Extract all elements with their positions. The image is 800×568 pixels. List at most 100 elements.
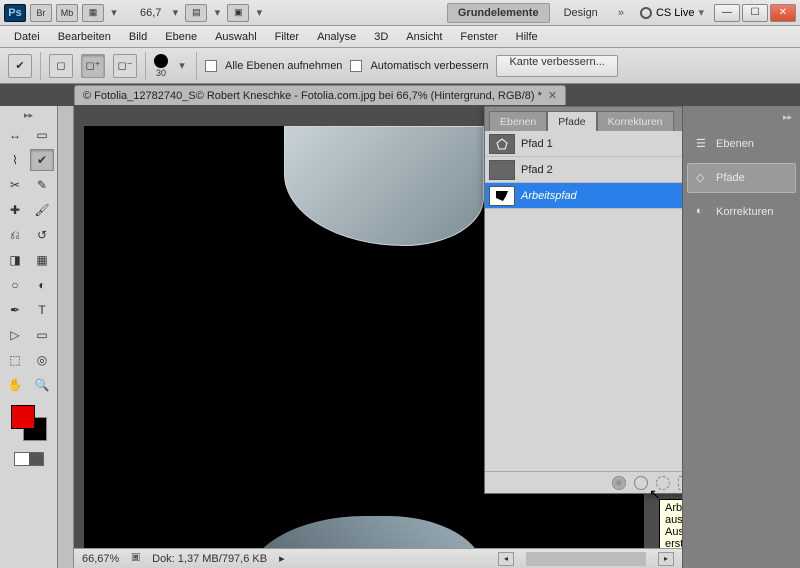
menu-bild[interactable]: Bild [121, 29, 155, 45]
status-zoom[interactable]: 66,67% [82, 553, 119, 565]
quick-select-tool[interactable]: ✔ [30, 149, 54, 171]
sample-all-checkbox[interactable] [205, 60, 217, 72]
workspace-grundelemente[interactable]: Grundelemente [447, 3, 550, 23]
path-row[interactable]: Pfad 2 [485, 157, 682, 183]
image-region [244, 516, 484, 548]
menu-bar: Datei Bearbeiten Bild Ebene Auswahl Filt… [0, 26, 800, 48]
tooltip: Arbeitspfad aus Auswahl erstellen [659, 499, 682, 548]
blur-tool[interactable]: ○ [3, 274, 27, 296]
path-label: Arbeitspfad [521, 190, 577, 202]
scroll-left-icon[interactable]: ◂ [498, 552, 514, 566]
view-extras-icon[interactable]: ▦ [82, 4, 104, 22]
path-select-tool[interactable]: ▷ [3, 324, 27, 346]
ps-logo-icon: Ps [4, 4, 26, 22]
document-tab[interactable]: © Fotolia_12782740_S© Robert Kneschke - … [74, 85, 566, 105]
3d-camera-tool[interactable]: ◎ [30, 349, 54, 371]
dropdown-icon[interactable]: ▾ [253, 6, 265, 19]
canvas[interactable]: Ebenen Pfade Korrekturen ▸▸ ▾≡ Pfad 1 Pf… [74, 106, 682, 548]
workspace-design[interactable]: Design [554, 3, 608, 23]
title-bar: Ps Br Mb ▦ ▾ 66,7 ▾ ▤ ▾ ▣ ▾ Grundelemente De… [0, 0, 800, 26]
fg-color-swatch[interactable] [11, 405, 35, 429]
sidebar-item-ebenen[interactable]: ☰Ebenen [687, 129, 796, 159]
auto-enhance-label: Automatisch verbessern [370, 60, 488, 72]
new-selection-icon[interactable]: ◻ [49, 54, 73, 78]
sidebar-item-label: Ebenen [716, 138, 754, 150]
quick-mask-toggle[interactable] [14, 452, 44, 466]
path-thumb-icon [489, 160, 515, 180]
tool-preset-icon[interactable]: ✔ [8, 54, 32, 78]
dropdown-icon[interactable]: ▾ [176, 59, 188, 72]
menu-ebene[interactable]: Ebene [157, 29, 205, 45]
menu-analyse[interactable]: Analyse [309, 29, 364, 45]
menu-datei[interactable]: Datei [6, 29, 48, 45]
stroke-path-icon[interactable] [634, 476, 648, 490]
menu-fenster[interactable]: Fenster [452, 29, 505, 45]
screen-mode-icon[interactable]: ▣ [227, 4, 249, 22]
tab-ebenen[interactable]: Ebenen [489, 111, 547, 131]
subtract-selection-icon[interactable]: ◻⁻ [113, 54, 137, 78]
tab-korrekturen[interactable]: Korrekturen [597, 111, 674, 131]
tab-pfade[interactable]: Pfade [547, 111, 596, 131]
eraser-tool[interactable]: ◨ [3, 249, 27, 271]
arrange-docs-icon[interactable]: ▤ [185, 4, 207, 22]
path-label: Pfad 2 [521, 164, 553, 176]
panel-tabs: Ebenen Pfade Korrekturen ▸▸ ▾≡ [485, 107, 682, 131]
scrollbar-horizontal[interactable] [526, 552, 646, 566]
workspace-more-icon[interactable]: » [612, 7, 630, 19]
maximize-button[interactable]: ☐ [742, 4, 768, 22]
status-menu-icon[interactable]: ▸ [279, 552, 285, 565]
type-tool[interactable]: T [30, 299, 54, 321]
heal-tool[interactable]: ✚ [3, 199, 27, 221]
bridge-icon[interactable]: Br [30, 4, 52, 22]
color-swatches[interactable] [11, 405, 47, 441]
move-tool[interactable]: ↔ [3, 124, 27, 146]
toolbox: ▸▸ ↔▭ ⌇✔ ✂✎ ✚🖌 ⎌↺ ◨▦ ○◐ ✒T ▷▭ ⬚◎ ✋🔍 [0, 106, 58, 568]
fill-path-icon[interactable] [612, 476, 626, 490]
brush-preview-icon[interactable] [154, 54, 168, 68]
path-row[interactable]: Pfad 1 [485, 131, 682, 157]
document-title: © Fotolia_12782740_S© Robert Kneschke - … [83, 90, 542, 102]
menu-3d[interactable]: 3D [366, 29, 396, 45]
minibridge-icon[interactable]: Mb [56, 4, 78, 22]
hand-tool[interactable]: ✋ [3, 374, 27, 396]
shape-tool[interactable]: ▭ [30, 324, 54, 346]
menu-ansicht[interactable]: Ansicht [398, 29, 450, 45]
menu-auswahl[interactable]: Auswahl [207, 29, 265, 45]
lasso-tool[interactable]: ⌇ [3, 149, 27, 171]
eyedropper-tool[interactable]: ✎ [30, 174, 54, 196]
path-row-selected[interactable]: Arbeitspfad [485, 183, 682, 209]
close-tab-icon[interactable]: ✕ [548, 89, 557, 102]
crop-tool[interactable]: ✂ [3, 174, 27, 196]
dropdown-icon[interactable]: ▾ [211, 6, 223, 19]
brush-tool[interactable]: 🖌 [30, 199, 54, 221]
refine-edge-button[interactable]: Kante verbessern... [496, 55, 617, 77]
right-sidebar: ▸▸ ☰Ebenen ◇Pfade ◐Korrekturen [682, 106, 800, 568]
sidebar-item-pfade[interactable]: ◇Pfade [687, 163, 796, 193]
sidebar-item-label: Korrekturen [716, 206, 773, 218]
3d-tool[interactable]: ⬚ [3, 349, 27, 371]
stamp-tool[interactable]: ⎌ [3, 224, 27, 246]
close-button[interactable]: ✕ [770, 4, 796, 22]
minimize-button[interactable]: — [714, 4, 740, 22]
add-selection-icon[interactable]: ◻⁺ [81, 54, 105, 78]
marquee-tool[interactable]: ▭ [30, 124, 54, 146]
zoom-level[interactable]: 66,7 [136, 7, 165, 19]
menu-hilfe[interactable]: Hilfe [508, 29, 546, 45]
dodge-tool[interactable]: ◐ [30, 274, 54, 296]
dropdown-icon[interactable]: ▾ [169, 6, 181, 19]
history-brush-tool[interactable]: ↺ [30, 224, 54, 246]
cslive-button[interactable]: CS Live▾ [634, 6, 710, 19]
menu-filter[interactable]: Filter [267, 29, 307, 45]
scroll-right-icon[interactable]: ▸ [658, 552, 674, 566]
sidebar-item-korrekturen[interactable]: ◐ Korrekturen [687, 197, 796, 227]
zoom-tool[interactable]: 🔍 [30, 374, 54, 396]
menu-bearbeiten[interactable]: Bearbeiten [50, 29, 119, 45]
auto-enhance-checkbox[interactable] [350, 60, 362, 72]
selection-to-path-icon[interactable] [678, 476, 682, 490]
doc-info-icon[interactable]: 🞖 [131, 552, 140, 565]
brush-size: 30 [156, 68, 166, 78]
dropdown-icon[interactable]: ▾ [108, 6, 120, 19]
pen-tool[interactable]: ✒ [3, 299, 27, 321]
adjustments-icon: ◐ [696, 205, 710, 219]
gradient-tool[interactable]: ▦ [30, 249, 54, 271]
